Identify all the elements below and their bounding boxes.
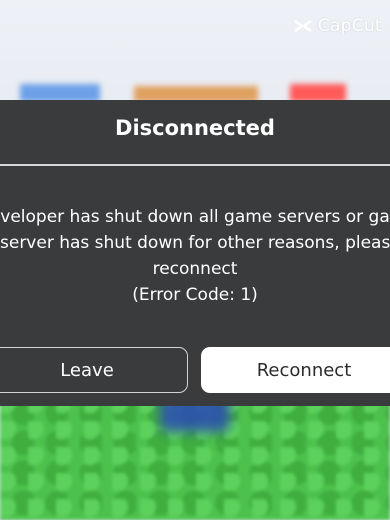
message-line: reconnect <box>152 259 238 279</box>
disconnected-dialog: Disconnected veloper has shut down all g… <box>0 100 390 406</box>
capcut-watermark: CapCut <box>293 16 382 36</box>
capcut-logo-icon <box>294 20 312 32</box>
dialog-title: Disconnected <box>115 116 275 140</box>
error-code: (Error Code: 1) <box>132 285 258 305</box>
reconnect-button[interactable]: Reconnect <box>201 347 390 393</box>
leave-button[interactable]: Leave <box>0 347 188 393</box>
error-message: veloper has shut down all game servers o… <box>0 204 390 308</box>
message-line: server has shut down for other reasons, … <box>0 233 390 253</box>
watermark-text: CapCut <box>317 16 382 36</box>
title-divider <box>0 164 390 166</box>
message-line: veloper has shut down all game servers o… <box>0 207 390 227</box>
